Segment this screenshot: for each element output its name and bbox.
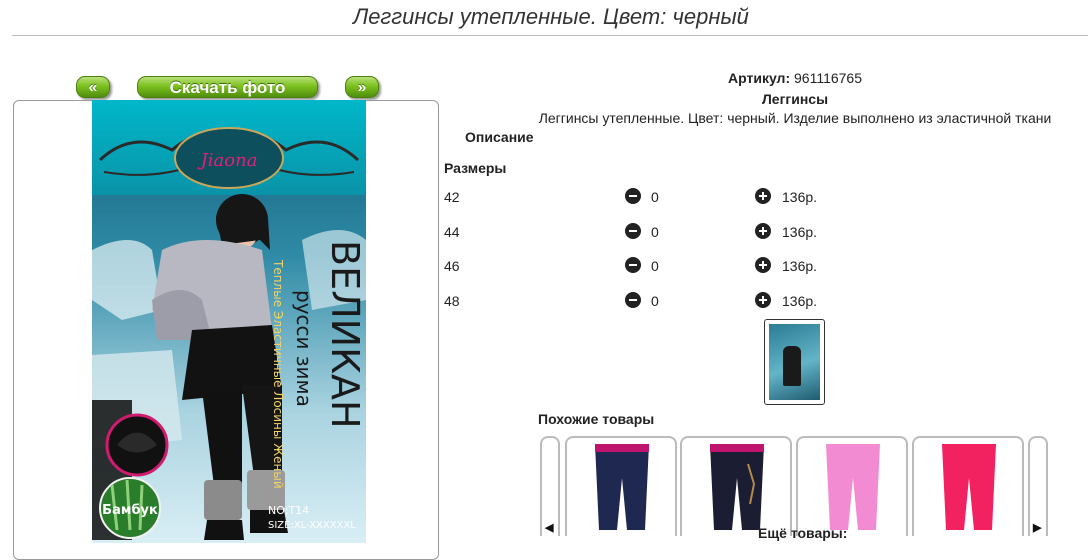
brand-logo: Jiaona [197, 150, 258, 171]
plus-icon[interactable] [755, 223, 771, 239]
more-products-label: Ещё товары: [758, 525, 848, 541]
size-value: 42 [444, 189, 460, 205]
size-row: 46 0 136р. [444, 256, 864, 276]
similar-product-item[interactable] [565, 436, 677, 536]
product-thumbnail[interactable] [764, 319, 825, 405]
quantity-value: 0 [651, 189, 659, 205]
minus-icon[interactable] [625, 257, 641, 273]
leggings-image [942, 444, 996, 530]
article-value: 961116765 [794, 70, 862, 86]
description-label: Описание [465, 129, 534, 145]
plus-icon[interactable] [755, 292, 771, 308]
product-category: Леггинсы [761, 91, 829, 107]
next-photo-button[interactable]: » [345, 76, 379, 98]
minus-icon[interactable] [625, 223, 641, 239]
size-value: 44 [444, 224, 460, 240]
thumbnail-image [769, 324, 820, 400]
size-value: 48 [444, 293, 460, 309]
carousel-next-button[interactable]: ▶ [1028, 436, 1048, 536]
price-value: 136р. [782, 189, 818, 205]
size-range: SIZE:XL-XXXXXXL [268, 520, 356, 531]
sizes-label: Размеры [444, 160, 507, 176]
prev-photo-button[interactable]: « [76, 76, 110, 98]
size-row: 42 0 136р. [444, 187, 864, 207]
plus-icon[interactable] [755, 257, 771, 273]
page-title: Леггинсы утепленные. Цвет: черный [353, 4, 749, 29]
quantity-value: 0 [651, 224, 659, 240]
plus-icon[interactable] [755, 188, 771, 204]
similar-product-item[interactable] [680, 436, 792, 536]
product-description: Леггинсы утепленные. Цвет: черный. Издел… [538, 110, 1052, 126]
bamboo-badge: Бамбук [102, 503, 158, 518]
price-value: 136р. [782, 224, 818, 240]
leggings-image [595, 444, 649, 530]
article-label: Артикул: [728, 70, 791, 86]
download-photo-button[interactable]: Скачать фото [137, 76, 318, 98]
size-row: 48 0 136р. [444, 291, 864, 311]
arrow-right-icon: ▶ [1033, 522, 1042, 534]
leggings-image [826, 444, 880, 530]
product-photo[interactable]: Jiaona ВЕЛИКАН русси зима Теплые Эластич… [92, 100, 366, 543]
quantity-value: 0 [651, 258, 659, 274]
similar-products-label: Похожие товары [538, 411, 655, 427]
minus-icon[interactable] [625, 188, 641, 204]
size-value: 46 [444, 258, 460, 274]
similar-product-item[interactable] [796, 436, 908, 536]
product-vertical-text: Теплые Эластичные Лосины Женый [271, 259, 285, 489]
product-big-title: ВЕЛИКАН [323, 240, 366, 429]
arrow-left-icon: ◀ [545, 522, 554, 534]
size-row: 44 0 136р. [444, 222, 864, 242]
article-line: Артикул: 961116765 [700, 70, 890, 86]
price-value: 136р. [782, 258, 818, 274]
product-subtitle: русси зима [292, 290, 316, 407]
price-value: 136р. [782, 293, 818, 309]
title-divider [12, 35, 1088, 36]
quantity-value: 0 [651, 293, 659, 309]
similar-product-item[interactable] [912, 436, 1024, 536]
minus-icon[interactable] [625, 292, 641, 308]
carousel-prev-button[interactable]: ◀ [540, 436, 560, 536]
leggings-image [710, 444, 764, 530]
model-number: NO:T14 [268, 504, 309, 517]
